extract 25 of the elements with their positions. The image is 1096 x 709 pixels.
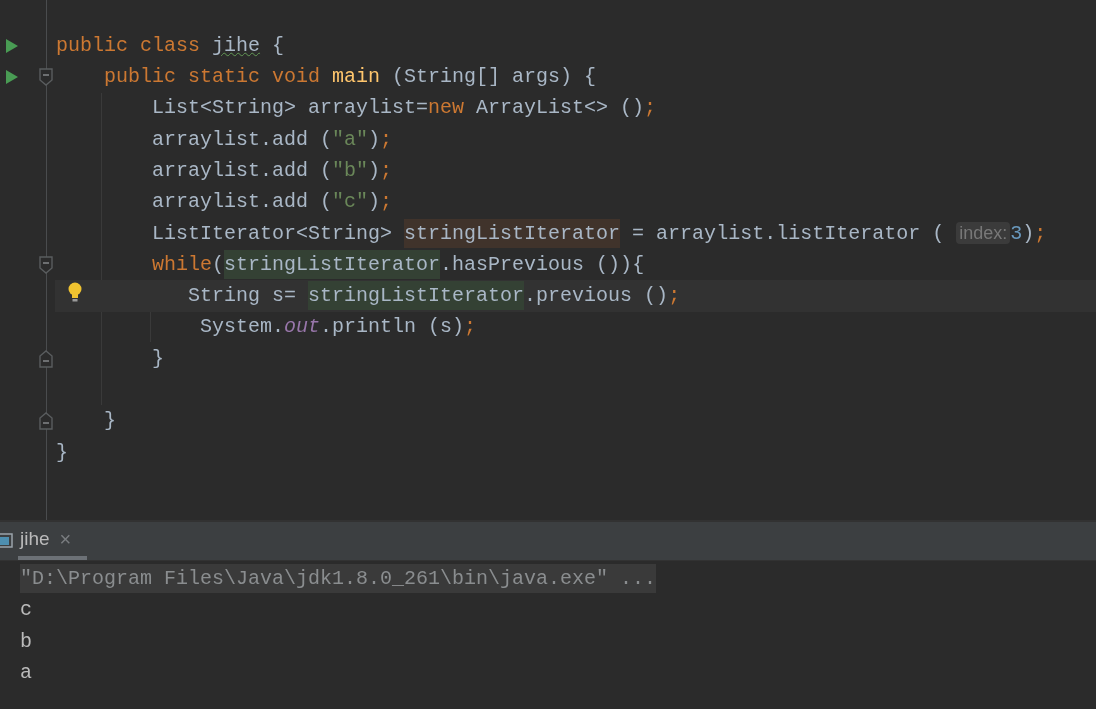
console-icon [0, 533, 14, 549]
code-line: arraylist.add ("b"); [151, 158, 393, 183]
console-line: b [20, 629, 32, 653]
code-line: public class jihe { [56, 33, 285, 58]
run-icon[interactable] [6, 38, 18, 53]
code-line: public static void main (String[] args) { [103, 64, 597, 89]
code-line: while(stringListIterator.hasPrevious ()){ [56, 252, 645, 277]
code-line: String s= stringListIterator.previous (); [56, 284, 681, 308]
fold-icon[interactable] [39, 349, 53, 368]
code-line: List<String> arraylist=new ArrayList<> (); [151, 96, 657, 121]
console-line: c [20, 598, 32, 622]
code-line: } [151, 346, 165, 371]
code-line: } [103, 409, 116, 434]
code-line: arraylist.add ("a"); [151, 127, 393, 152]
lightbulb-icon[interactable] [68, 282, 82, 303]
code-line: System.out.println (s); [199, 315, 477, 340]
fold-icon[interactable] [39, 412, 53, 431]
fold-icon[interactable] [39, 255, 53, 274]
console-line: a [20, 661, 32, 685]
code-line: arraylist.add ("c"); [151, 190, 393, 215]
console-tab[interactable]: jihe × [18, 522, 88, 560]
code-line: } [56, 440, 68, 465]
fold-icon[interactable] [39, 67, 53, 86]
run-icon[interactable] [6, 69, 18, 84]
code-line: ListIterator<String> stringListIterator = arraylist.listIterator ( index:3); [56, 220, 1047, 246]
